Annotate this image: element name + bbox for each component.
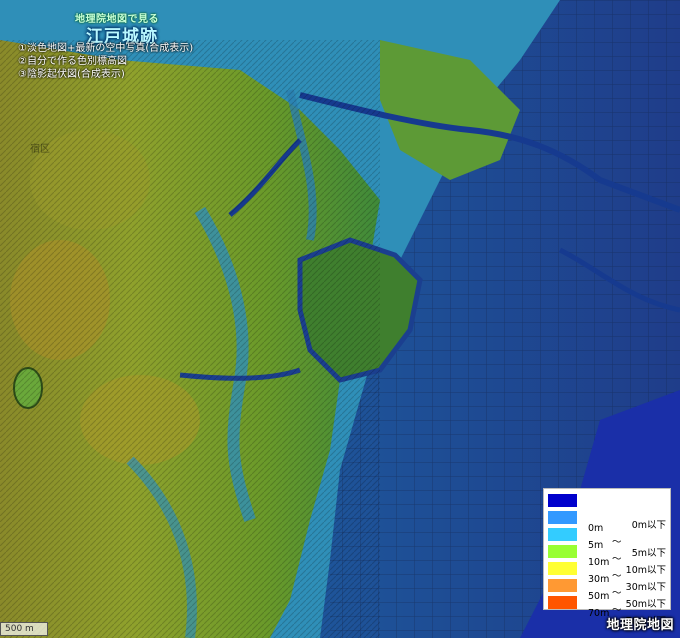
note-item: ②自分で作る色別標高図	[18, 56, 127, 67]
legend-swatch	[548, 562, 577, 575]
legend-row: 50m ～ 70m以下	[544, 577, 670, 627]
elevation-legend: 0m以下 0m ～ 5m以下 5m ～ 10m以下 10m ～ 30m以下 30…	[543, 488, 671, 633]
map-notes: ①淡色地図+最新の空中写真(合成表示) ②自分で作る色別標高図 ③陰影起伏図(合…	[18, 42, 193, 81]
legend-swatch	[548, 545, 577, 558]
scale-bar: 500 m	[0, 622, 48, 636]
legend-row: 30m ～ 50m以下	[544, 560, 670, 610]
legend-row: 0m以下	[544, 492, 670, 531]
map-credit: 地理院地図	[606, 618, 674, 633]
legend-swatch	[548, 528, 577, 541]
legend-swatch	[548, 511, 577, 524]
legend-row: 5m ～ 10m以下	[544, 526, 670, 576]
legend-row: 70m ～	[544, 594, 670, 633]
legend-row: 10m ～ 30m以下	[544, 543, 670, 593]
legend-swatch	[548, 596, 577, 609]
note-item: ①淡色地図+最新の空中写真(合成表示)	[18, 43, 194, 54]
elevation-map[interactable]: 地理院地図で見る 江戸城跡 ①淡色地図+最新の空中写真(合成表示) ②自分で作る…	[0, 0, 680, 638]
legend-swatch	[548, 494, 577, 507]
legend-swatch	[548, 579, 577, 592]
note-item: ③陰影起伏図(合成表示)	[18, 69, 125, 80]
place-label: 宿区	[30, 144, 50, 155]
legend-row: 0m ～ 5m以下	[544, 509, 670, 559]
